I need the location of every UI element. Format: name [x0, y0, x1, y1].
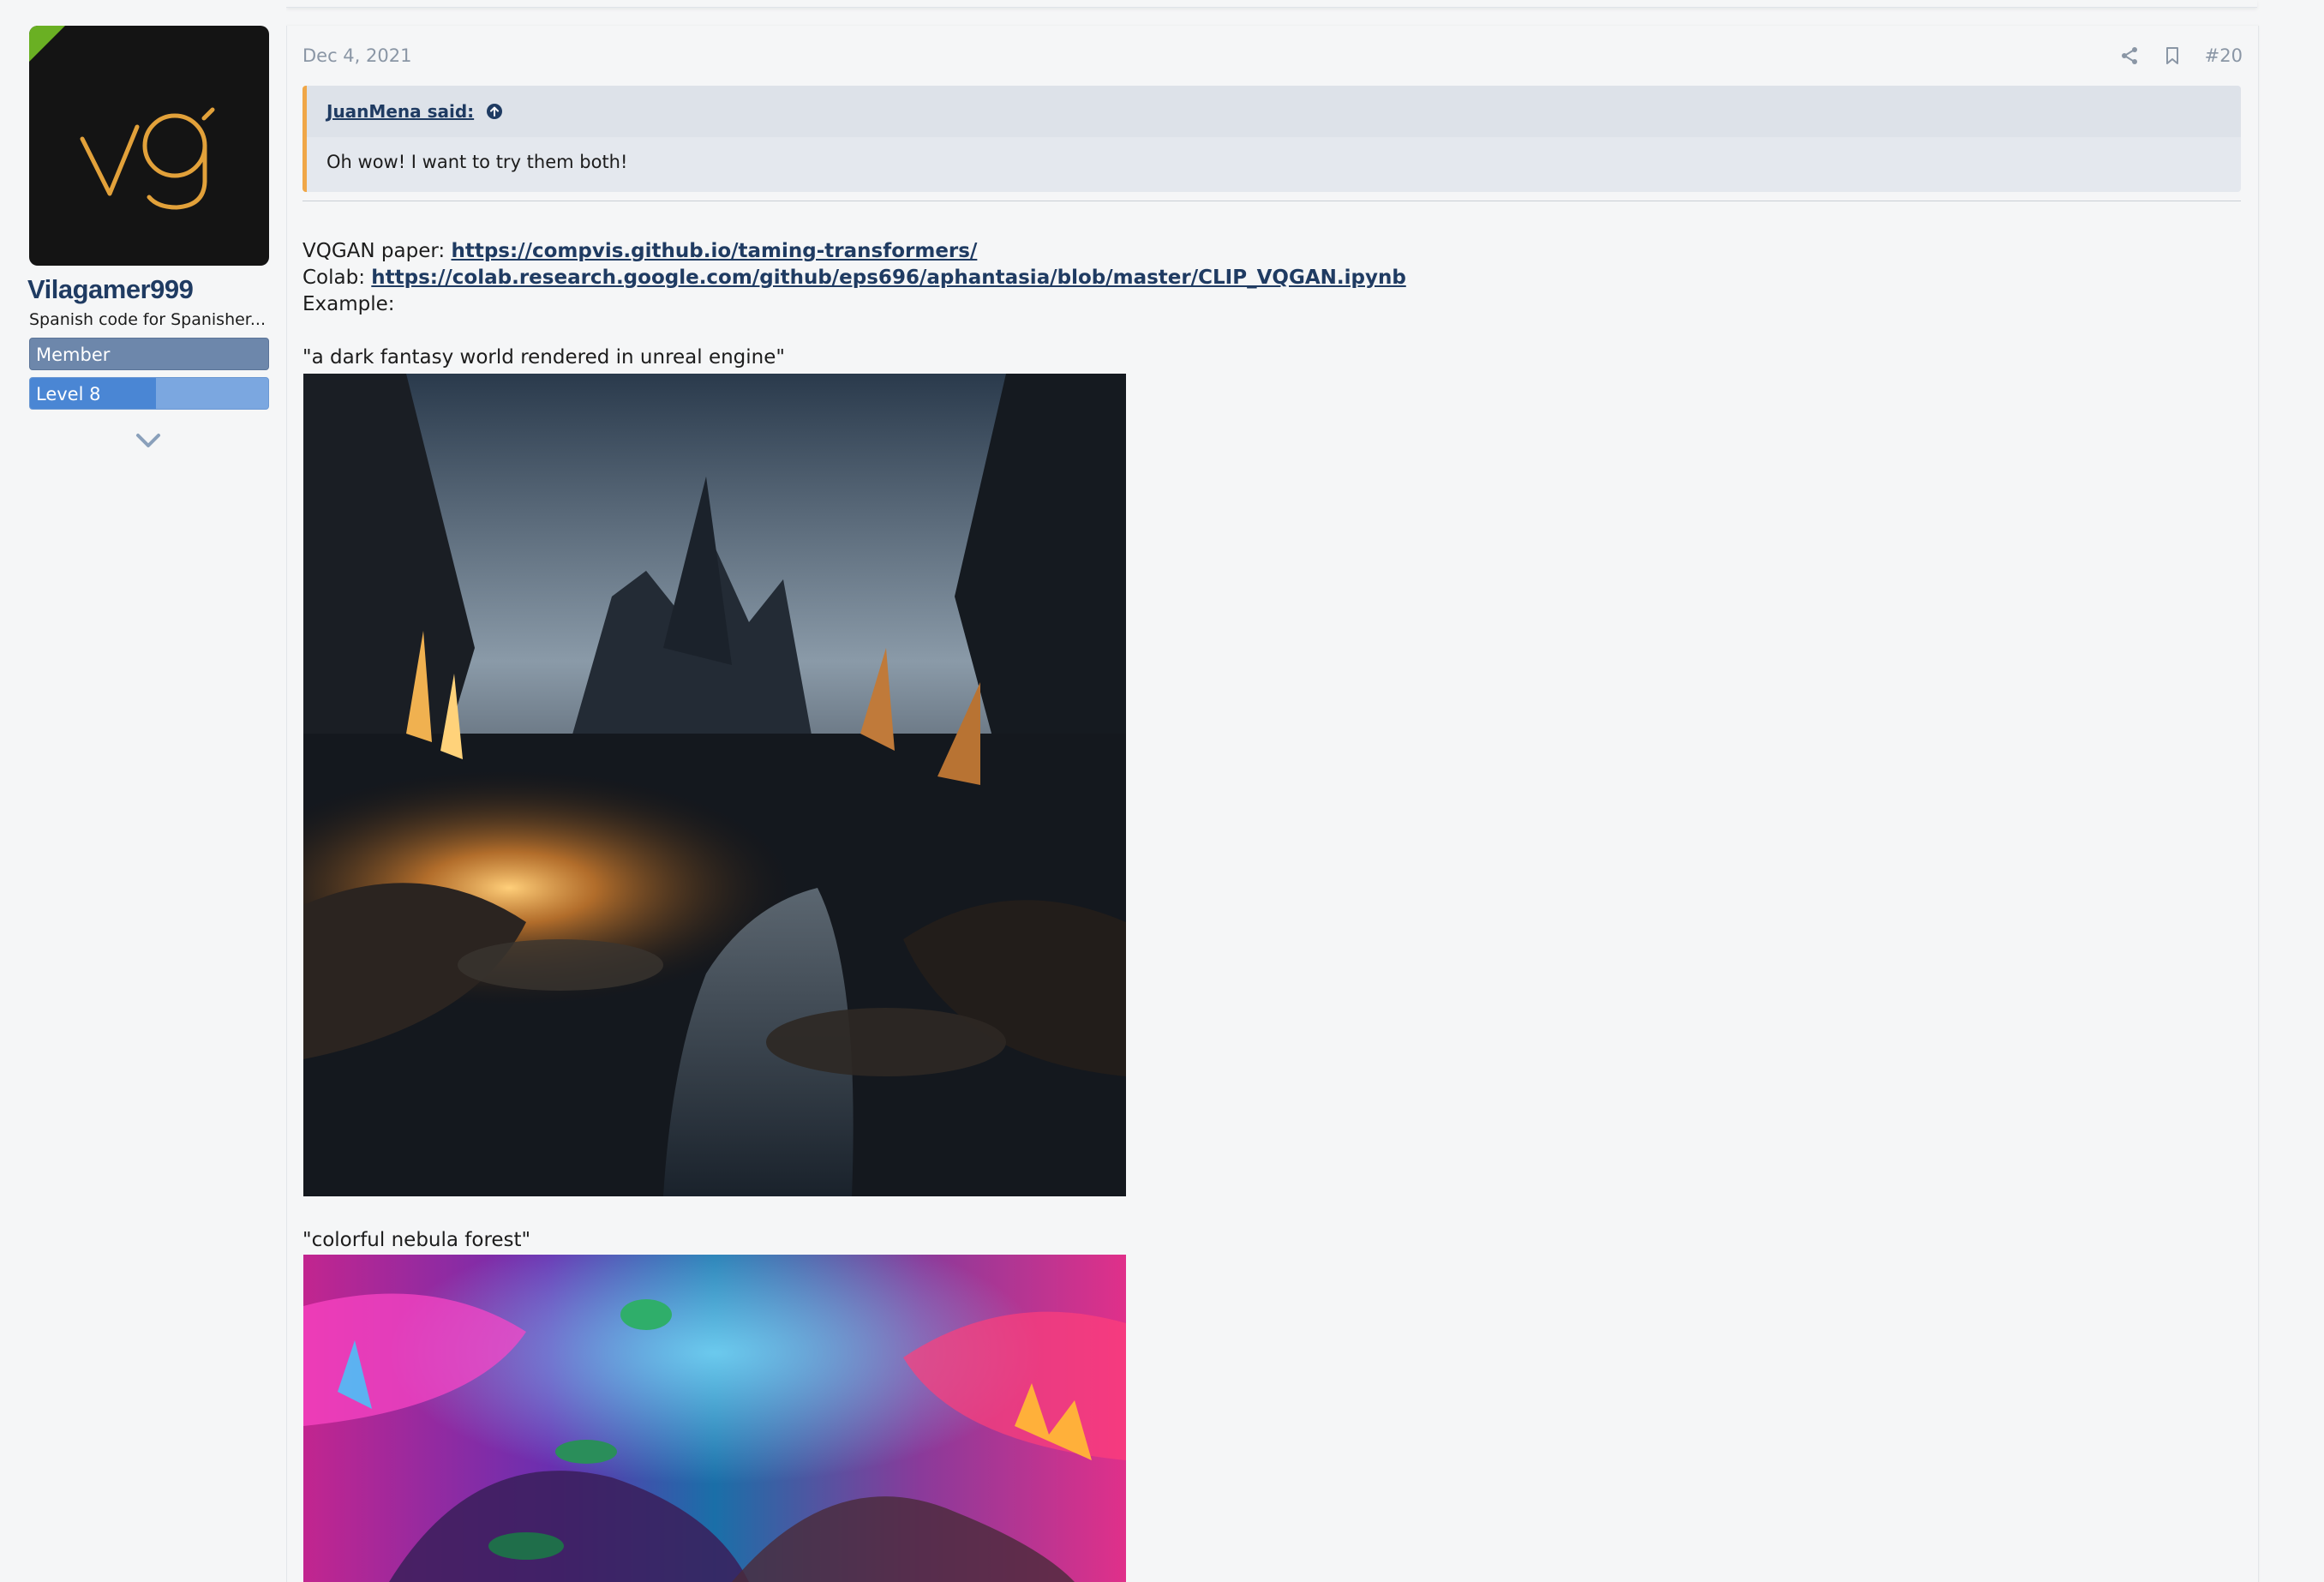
paper-label: VQGAN paper:: [302, 240, 452, 262]
avatar-logo: [80, 107, 215, 210]
level-banner: Level 8: [29, 377, 269, 410]
example-label: Example:: [302, 293, 395, 315]
nebula-forest-artwork: [303, 1255, 1126, 1582]
colab-link[interactable]: https://colab.research.google.com/github…: [371, 267, 1406, 289]
quote-header: JuanMena said:: [307, 86, 2241, 137]
example-caption-1: "a dark fantasy world rendered in unreal…: [302, 346, 785, 369]
nebula-forest-image[interactable]: [303, 1255, 1126, 1582]
post-date-link[interactable]: Dec 4, 2021: [302, 45, 411, 66]
thread-page: Vilagamer999 Spanish code for Spanisher.…: [0, 0, 2324, 1582]
quote-author-link[interactable]: JuanMena said:: [326, 101, 474, 122]
chevron-down-icon: [136, 434, 160, 447]
quote-block: JuanMena said: Oh wow! I want to try the…: [302, 86, 2241, 192]
dark-fantasy-image[interactable]: [303, 374, 1126, 1196]
previous-post-edge: [286, 0, 2257, 8]
dark-fantasy-artwork: [303, 374, 1126, 1196]
example-caption-2: "colorful nebula forest": [302, 1229, 531, 1251]
paper-link[interactable]: https://compvis.github.io/taming-transfo…: [451, 240, 977, 262]
member-banner: Member: [29, 338, 269, 370]
bookmark-icon[interactable]: [2162, 45, 2183, 66]
share-icon[interactable]: [2119, 45, 2140, 66]
paper-line: VQGAN paper: https://compvis.github.io/t…: [302, 240, 977, 262]
username-link[interactable]: Vilagamer999: [27, 274, 194, 305]
avatar[interactable]: [29, 26, 269, 266]
post-actions: #20: [2119, 43, 2243, 69]
user-title: Spanish code for Spanisher...: [29, 310, 266, 329]
colab-label: Colab:: [302, 267, 372, 289]
post-user-cell: Vilagamer999 Spanish code for Spanisher.…: [0, 0, 286, 1582]
post-number-link[interactable]: #20: [2205, 45, 2243, 66]
colab-line: Colab: https://colab.research.google.com…: [302, 267, 1406, 289]
arrow-up-circle-icon[interactable]: [486, 103, 503, 120]
level-banner-label: Level 8: [36, 384, 101, 404]
quote-text: Oh wow! I want to try them both!: [326, 152, 628, 172]
expand-user-info-button[interactable]: [133, 428, 164, 452]
member-banner-label: Member: [36, 345, 111, 365]
